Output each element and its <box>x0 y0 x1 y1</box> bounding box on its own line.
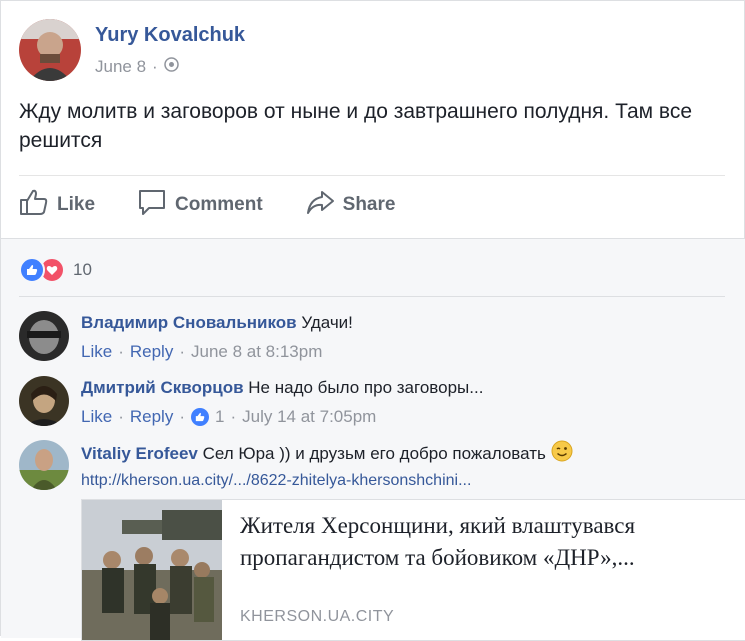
like-reaction-icon <box>19 257 45 283</box>
comment-reply-link[interactable]: Reply <box>130 340 173 364</box>
commenter-name[interactable]: Владимир Сновальников <box>81 313 297 332</box>
author-avatar[interactable] <box>19 19 81 81</box>
comment-text: Не надо было про заговоры... <box>248 378 484 397</box>
post-date[interactable]: June 8 <box>95 57 146 77</box>
link-preview-title[interactable]: Жителя Херсонщини, який влаштувався проп… <box>240 510 740 574</box>
commenter-avatar[interactable] <box>19 311 69 361</box>
commenter-avatar[interactable] <box>19 440 69 490</box>
comment-label: Comment <box>175 194 263 215</box>
comment-reply-link[interactable]: Reply <box>130 405 173 429</box>
comment-actions: Like · Reply · June 8 at 8:13pm <box>81 340 721 364</box>
meta-separator: · <box>152 57 158 76</box>
comment-body: Vitaliy Erofeev Сел Юра )) и друзьм его … <box>81 440 721 493</box>
post-header: Yury Kovalchuk June 8 · <box>19 19 719 83</box>
post-text: Жду молитв и заговоров от ныне и до завт… <box>19 100 693 152</box>
share-button[interactable]: Share <box>305 187 396 223</box>
share-label: Share <box>342 194 396 215</box>
comment-actions: Like · Reply · 1 · July 14 at 7:05pm <box>81 405 721 429</box>
comment-text: Удачи! <box>301 313 353 332</box>
comment-body: Дмитрий Скворцов Не надо было про загово… <box>81 376 721 429</box>
link-preview-card[interactable]: Жителя Херсонщини, який влаштувався проп… <box>81 499 745 641</box>
wink-emoji-icon <box>551 440 573 469</box>
share-icon <box>305 188 335 222</box>
comment-icon <box>137 188 167 222</box>
commenter-name[interactable]: Дмитрий Скворцов <box>81 378 244 397</box>
comment-reaction-count[interactable]: 1 <box>215 405 224 429</box>
like-label: Like <box>57 194 96 215</box>
comment-body: Владимир Сновальников Удачи! Like · Repl… <box>81 311 721 364</box>
comments-divider <box>19 296 725 297</box>
comment-time[interactable]: June 8 at 8:13pm <box>191 340 322 364</box>
globe-icon <box>163 57 179 77</box>
post-author-name[interactable]: Yury Kovalchuk <box>95 24 245 47</box>
comment-text: Сел Юра )) и друзьм его добро пожаловать <box>202 443 546 463</box>
like-button[interactable]: Like <box>19 187 95 223</box>
post-card: Yury Kovalchuk June 8 · Жду молитв и заг… <box>0 0 745 641</box>
comment-time[interactable]: July 14 at 7:05pm <box>242 405 376 429</box>
comment-button[interactable]: Comment <box>137 187 263 223</box>
comment-like-link[interactable]: Like <box>81 340 112 364</box>
post-divider <box>19 175 725 176</box>
comment-link[interactable]: http://kherson.ua.city/.../8622-zhitelya… <box>81 469 721 493</box>
link-preview-domain: KHERSON.UA.CITY <box>240 608 395 625</box>
reactions-summary[interactable]: 10 <box>19 257 92 283</box>
link-preview-image <box>82 500 222 640</box>
commenter-avatar[interactable] <box>19 376 69 426</box>
reaction-count: 10 <box>73 260 92 279</box>
post-actions: Like Comment Share <box>19 187 437 223</box>
comment-like-link[interactable]: Like <box>81 405 112 429</box>
thumbs-up-icon <box>19 188 49 222</box>
commenter-name[interactable]: Vitaliy Erofeev <box>81 444 198 463</box>
comment-like-reaction-icon[interactable] <box>191 408 209 426</box>
post-meta: June 8 · <box>95 57 179 77</box>
